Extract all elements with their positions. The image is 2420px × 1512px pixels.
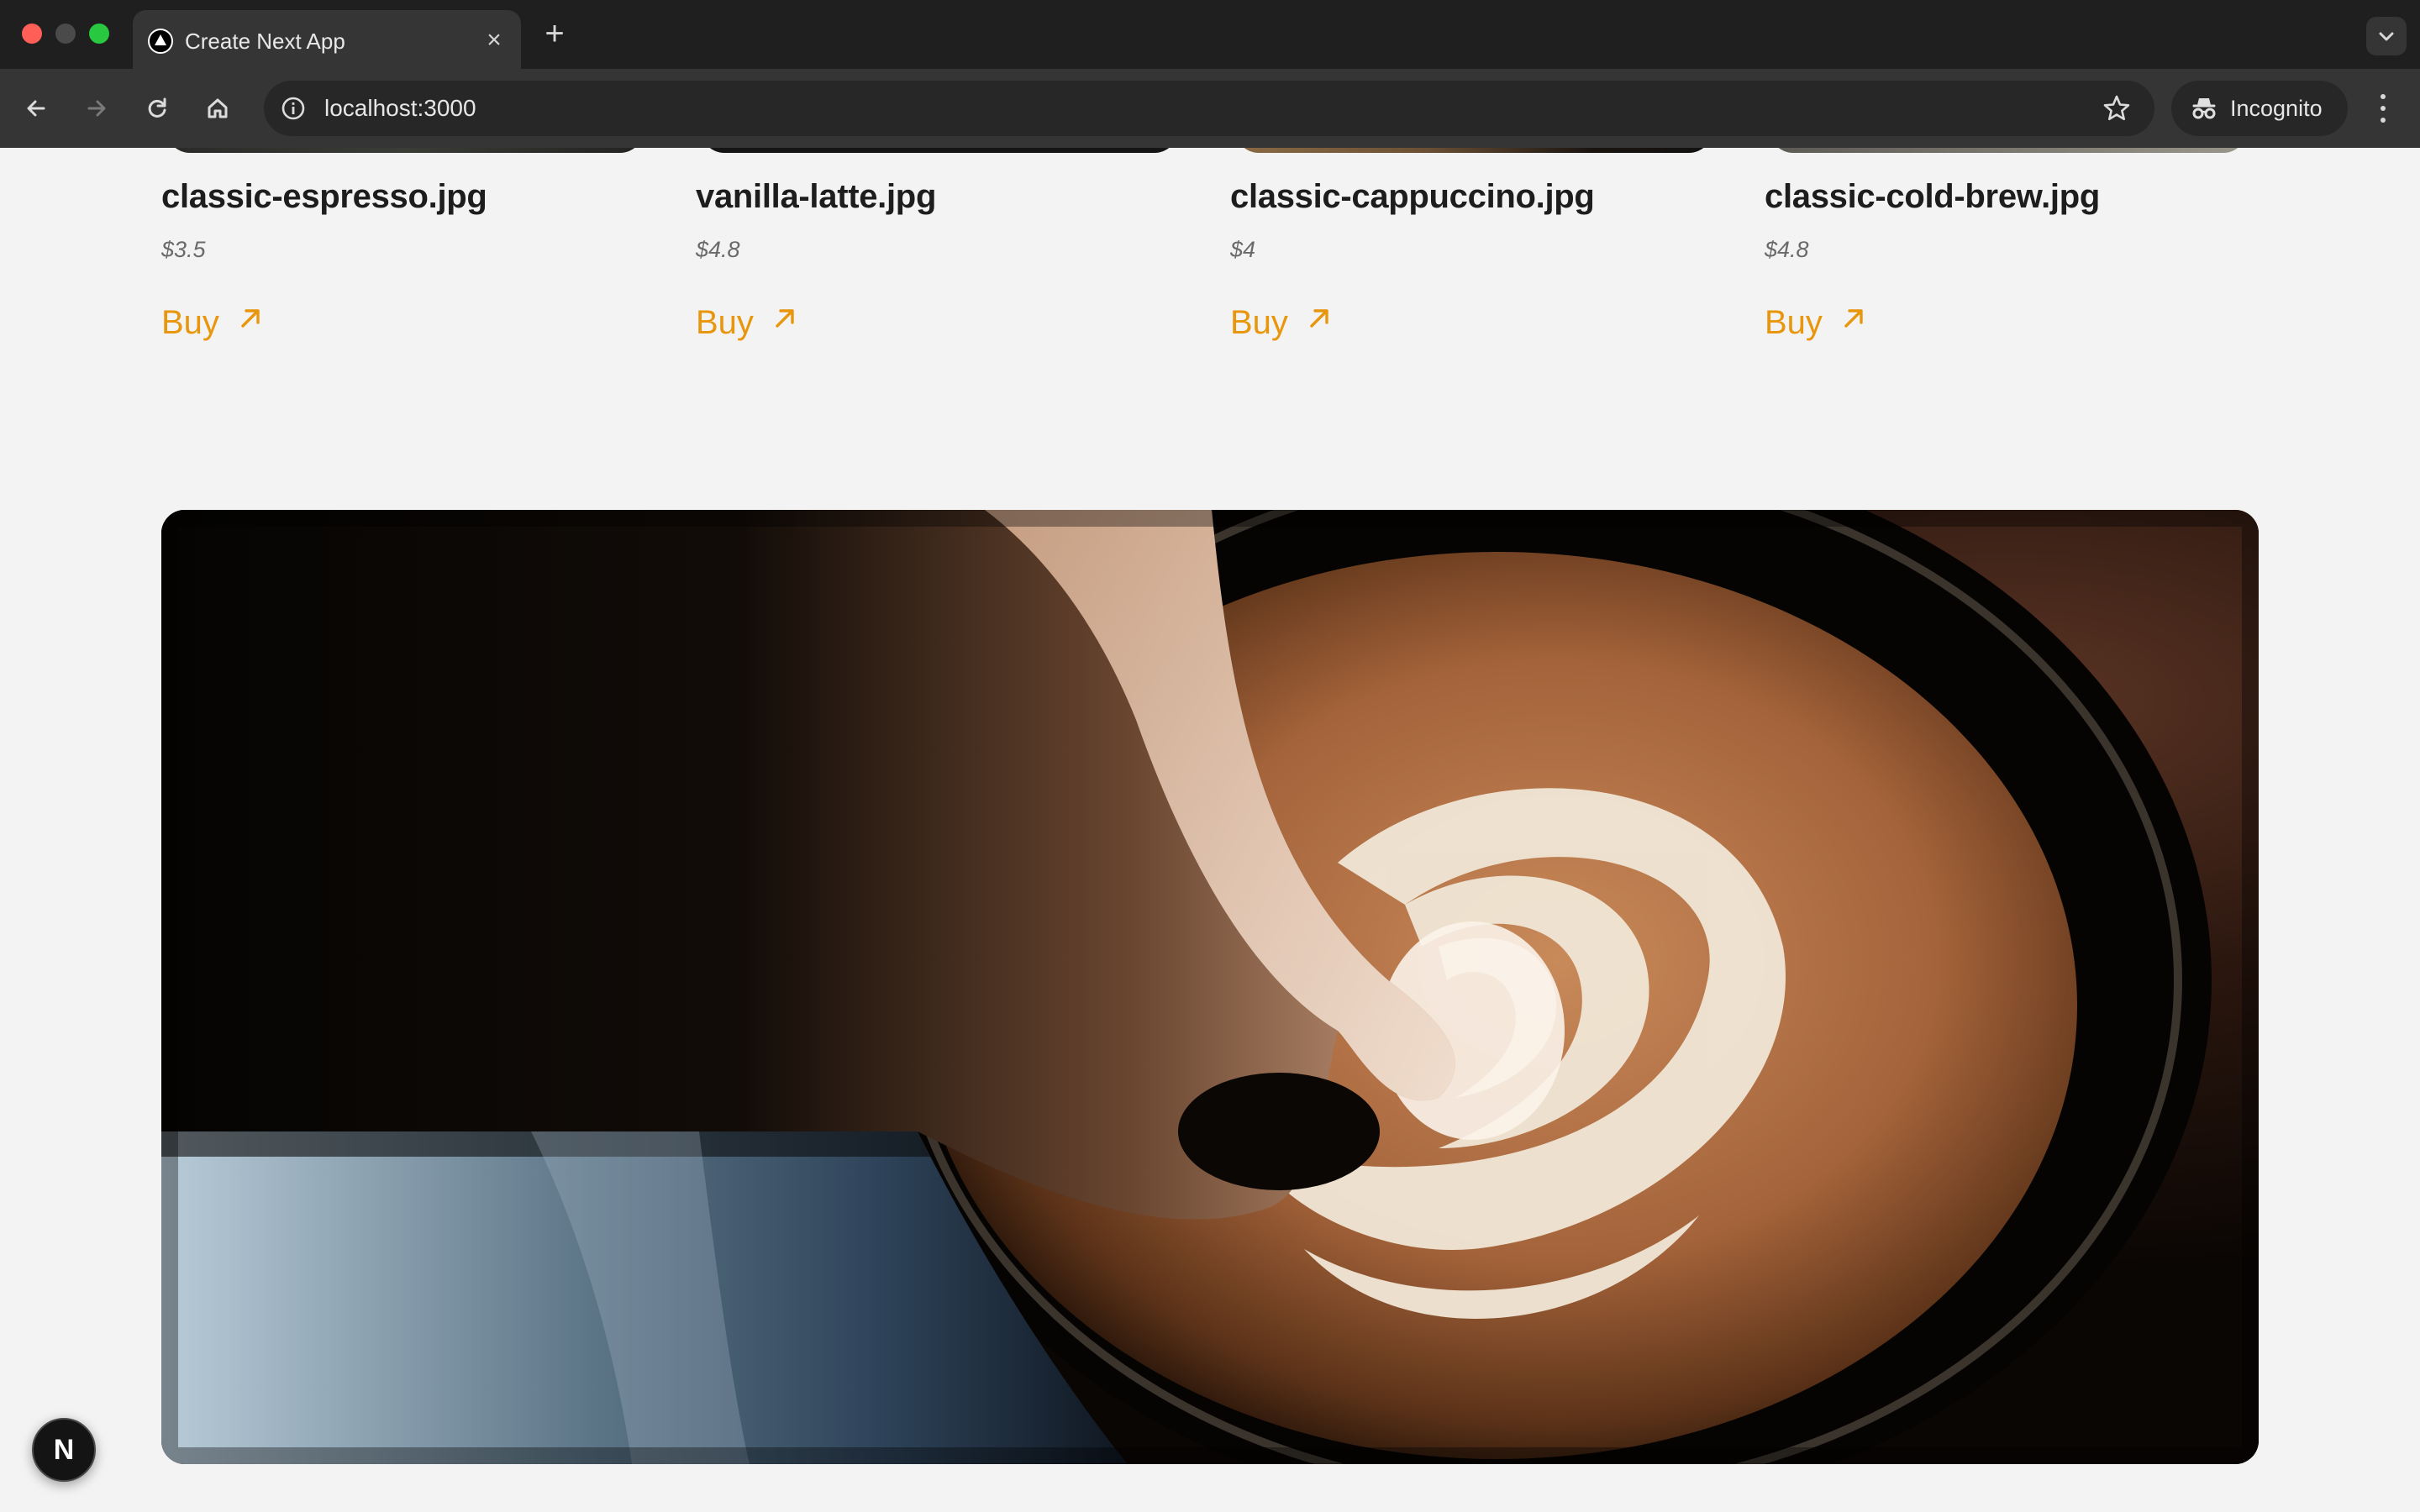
kebab-menu-icon-dot [2381,106,2386,111]
kebab-menu-icon [2381,94,2386,99]
product-card: classic-espresso.jpg $3.5 Buy [161,148,649,366]
address-bar[interactable]: localhost:3000 [264,81,2154,136]
product-name: classic-cappuccino.jpg [1230,178,1595,215]
kebab-menu-icon-dot [2381,118,2386,123]
buy-link[interactable]: Buy [161,302,263,343]
latte-art-illustration [161,510,2259,1464]
home-icon [208,98,228,118]
browser-tab-bar: Create Next App × + [0,0,2420,69]
close-window-button[interactable] [22,24,42,44]
incognito-icon [2192,98,2216,119]
forward-button[interactable] [77,89,116,128]
minimize-window-button[interactable] [55,24,76,44]
product-price: $4 [1230,237,1256,262]
product-card: vanilla-latte.jpg $4.8 Buy [696,148,1183,366]
vercel-triangle-icon [148,29,173,54]
tab-title: Create Next App [185,29,345,54]
arrow-up-right-icon [241,309,260,328]
incognito-indicator[interactable]: Incognito [2171,81,2348,136]
maximize-window-button[interactable] [89,24,109,44]
chevron-down-icon [2379,32,2394,41]
arrow-up-right-icon [776,309,794,328]
arrow-up-right-icon [1844,309,1863,328]
home-button[interactable] [198,89,237,128]
new-tab-button[interactable]: + [538,17,571,50]
product-price: $3.5 [161,237,206,262]
page-content: classic-espresso.jpg $3.5 Buy vanilla-la… [0,148,2420,1512]
product-card: classic-cappuccino.jpg $4 Buy [1230,148,1718,366]
buy-label: Buy [161,303,219,341]
product-image [166,148,644,153]
star-icon[interactable] [2101,92,2133,124]
arrow-left-icon [27,100,45,117]
buy-link[interactable]: Buy [1765,302,1866,343]
product-name: vanilla-latte.jpg [696,178,937,215]
browser-menu-button[interactable] [2368,87,2398,129]
product-name: classic-espresso.jpg [161,178,487,215]
buy-link[interactable]: Buy [1230,302,1332,343]
close-tab-icon[interactable]: × [481,27,508,54]
tab-search-button[interactable] [2366,17,2407,55]
nextjs-dev-indicator[interactable]: N [32,1418,96,1482]
product-card: classic-cold-brew.jpg $4.8 Buy [1765,148,2252,366]
product-image [701,148,1178,153]
arrow-up-right-icon [1310,309,1328,328]
incognito-label: Incognito [2230,96,2323,121]
browser-tab-active[interactable]: Create Next App × [133,10,521,69]
product-name: classic-cold-brew.jpg [1765,178,2100,215]
info-icon[interactable] [279,94,308,123]
product-price: $4.8 [696,237,740,262]
buy-link[interactable]: Buy [696,302,797,343]
browser-toolbar: localhost:3000 Incognito [0,69,2420,148]
product-image [1235,148,1712,153]
back-button[interactable] [17,89,55,128]
nextjs-logo-icon: N [53,1434,75,1466]
buy-label: Buy [1765,303,1823,341]
arrow-right-icon [87,100,106,117]
reload-button[interactable] [138,89,176,128]
product-image [1770,148,2247,153]
buy-label: Buy [1230,303,1288,341]
hero-image [161,510,2259,1464]
reload-icon [148,97,166,118]
buy-label: Buy [696,303,754,341]
product-price: $4.8 [1765,237,1809,262]
url-text[interactable]: localhost:3000 [324,95,476,122]
